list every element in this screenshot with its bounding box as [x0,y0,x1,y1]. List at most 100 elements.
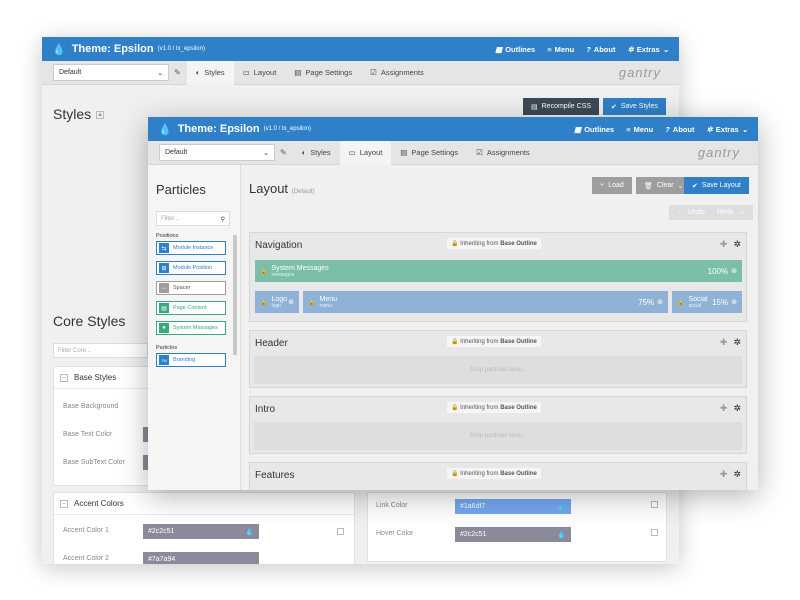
collapse-icon[interactable]: – [60,373,68,382]
color-input[interactable]: #2c2c51 💧 [455,527,571,542]
settings-icon[interactable]: ⊛ [288,298,294,306]
check-icon: ☑ [370,68,377,77]
tab-page-settings[interactable]: ▤ Page Settings [285,61,361,85]
settings-icon[interactable]: ⊛ [657,298,663,306]
checkbox[interactable] [651,501,658,508]
droplet-icon: 💧 [245,528,254,536]
color-input[interactable]: #1a6df7 💧 [455,499,571,514]
pencil-icon[interactable]: ✎ [280,148,287,157]
chevron-down-icon: ⌄ [741,124,748,134]
gear-icon: ✲ [627,44,634,54]
block-menu[interactable]: 🔒 Menu menu 75% ⊛ [303,291,668,313]
checkbox[interactable] [651,529,658,536]
undo-button[interactable]: ← Undo [669,205,713,220]
section-title: Intro [255,404,276,415]
arrow-right-icon: → [737,209,745,216]
nav-outlines[interactable]: ▦ Outlines [495,45,535,54]
inherit-badge: 🔒 Inheriting from Base Outline [447,336,541,347]
list-icon: ▤ [400,148,408,157]
redo-button[interactable]: Redo → [709,205,753,220]
recompile-css-button[interactable]: ▤ Recompile CSS [523,98,600,115]
field-label: Accent Color 1 [63,527,109,534]
block-social[interactable]: 🔒 Social social 15% ⊛ [672,291,742,313]
section-title: Features [255,470,295,481]
field-label: Base Text Color [63,431,113,438]
particles-filter-input[interactable]: Filter... ⚲ [156,211,230,226]
plus-icon[interactable]: ✚ [720,469,728,480]
block-system-messages[interactable]: 🔒 System Messages messages 100% ⊛ [255,260,742,282]
nav-extras[interactable]: ✲ Extras ⌄ [627,45,669,54]
nav-about[interactable]: ? About [586,45,615,54]
field-label: Base SubText Color [63,459,125,466]
plus-icon[interactable]: ✚ [720,403,728,414]
tab-assignments[interactable]: ☑ Assignments [361,61,433,85]
settings-icon[interactable]: ⊛ [731,298,737,306]
pencil-icon[interactable]: ✎ [174,68,181,77]
section-features: Features 🔒 Inheriting from Base Outline … [249,462,747,490]
color-input[interactable]: #2c2c51 💧 [143,524,259,539]
filter-core-input[interactable]: Filter Core... [53,343,148,358]
droplet-icon: 💧 [557,503,566,511]
settings-icon[interactable]: ⊛ [731,267,737,275]
field-label: Accent Color 2 [63,555,109,562]
outline-select[interactable]: Default ⌄ [159,144,275,161]
checkbox[interactable] [337,528,344,535]
droplet-icon: 💧 [158,123,172,136]
search-icon: ⚲ [220,217,225,223]
nav-outlines[interactable]: ▦ Outlines [574,125,614,134]
gear-icon[interactable]: ✲ [733,337,741,348]
gear-icon[interactable]: ✲ [733,469,741,480]
particle-page-content[interactable]: ▤ Page Content [156,301,226,315]
trademark-icon: TM [159,355,169,365]
collapse-icon[interactable]: – [60,499,68,508]
gear-icon[interactable]: ✲ [733,403,741,414]
list-icon: ▤ [294,68,302,77]
particle-spacer[interactable]: ↔ Spacer [156,281,226,295]
theme-version: (v1.0 / tx_epsilon) [263,126,311,132]
particle-system-messages[interactable]: ● System Messages [156,321,226,335]
theme-title: Theme: Epsilon [71,43,154,55]
outline-select[interactable]: Default ⌄ [53,64,169,81]
plus-icon[interactable]: ✚ [720,239,728,250]
scrollbar[interactable] [233,235,237,355]
help-icon: ? [586,44,591,54]
tab-assignments[interactable]: ☑ Assignments [467,141,539,165]
save-styles-button[interactable]: ✔ Save Styles [603,98,666,115]
particle-branding[interactable]: TM Branding [156,353,226,367]
grid-icon: ▦ [495,44,503,54]
top-bar: 💧 Theme: Epsilon (v1.0 / tx_epsilon) ▦ Ou… [42,37,679,61]
collapse-icon[interactable]: ▲ [96,111,105,120]
layout-subtitle: (Default) [291,189,315,195]
particle-module-instance[interactable]: ⇆ Module Instance [156,241,226,255]
drop-zone[interactable]: Drop particles here... [254,422,742,450]
tab-layout[interactable]: ▭ Layout [339,140,392,165]
section-tools: ✚ ✲ [720,239,741,250]
tab-layout[interactable]: ▭ Layout [234,61,286,85]
nav-menu[interactable]: ≡ Menu [626,125,653,134]
drop-zone[interactable]: Drop particles here... [254,356,742,384]
color-input[interactable]: #7a7a94 [143,552,259,564]
section-navigation: Navigation 🔒 Inheriting from Base Outlin… [249,232,747,322]
check-icon: ☑ [476,148,483,157]
check-icon: ✔ [692,182,698,190]
plus-icon[interactable]: ✚ [720,337,728,348]
lock-icon: 🔒 [451,241,459,247]
particles-heading: Particles [156,182,206,197]
particle-module-position[interactable]: ⊞ Module Position [156,261,226,275]
grid-icon: ▦ [574,124,582,134]
tab-styles[interactable]: ◐ Styles [293,141,340,165]
tab-styles[interactable]: ◐ Styles [186,60,234,85]
block-logo[interactable]: 🔒 Logo logo ⊛ [255,291,299,313]
particles-sidebar: Particles Filter... ⚲ Positions ⇆ Module I… [148,165,241,490]
inherit-badge: 🔒 Inheriting from Base Outline [447,468,541,479]
nav-about[interactable]: ? About [665,125,694,134]
load-button[interactable]: ⑂ Load [592,177,632,194]
field-label: Link Color [376,502,408,509]
nav-menu[interactable]: ≡ Menu [547,45,574,54]
tab-page-settings[interactable]: ▤ Page Settings [391,141,467,165]
top-nav: ▦ Outlines ≡ Menu ? About ✲ Extras ⌄ [495,45,669,54]
gear-icon[interactable]: ✲ [733,239,741,250]
chevron-down-icon: ⌄ [662,44,669,54]
save-layout-button[interactable]: ✔ Save Layout [684,177,749,194]
nav-extras[interactable]: ✲ Extras ⌄ [706,125,748,134]
